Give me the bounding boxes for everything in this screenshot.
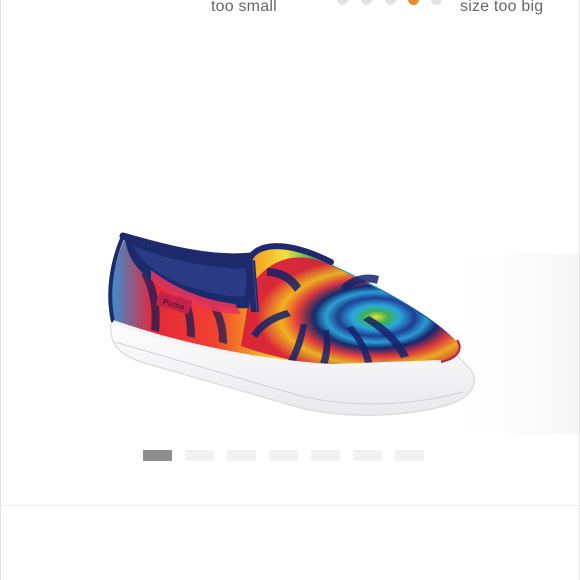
- carousel-indicator[interactable]: [269, 450, 298, 461]
- product-image-gallery[interactable]: Puma: [1, 24, 578, 434]
- fit-scale-right-label: size too big: [460, 0, 544, 15]
- section-divider: [1, 505, 578, 506]
- carousel-indicator-active[interactable]: [143, 450, 172, 461]
- carousel-indicator[interactable]: [227, 450, 256, 461]
- fit-scale-left-label: too small: [211, 0, 277, 15]
- carousel-indicator[interactable]: [353, 450, 382, 461]
- carousel-indicator[interactable]: [311, 450, 340, 461]
- carousel-indicator[interactable]: [395, 450, 424, 461]
- product-image[interactable]: Puma: [1, 24, 578, 434]
- carousel-indicator[interactable]: [185, 450, 214, 461]
